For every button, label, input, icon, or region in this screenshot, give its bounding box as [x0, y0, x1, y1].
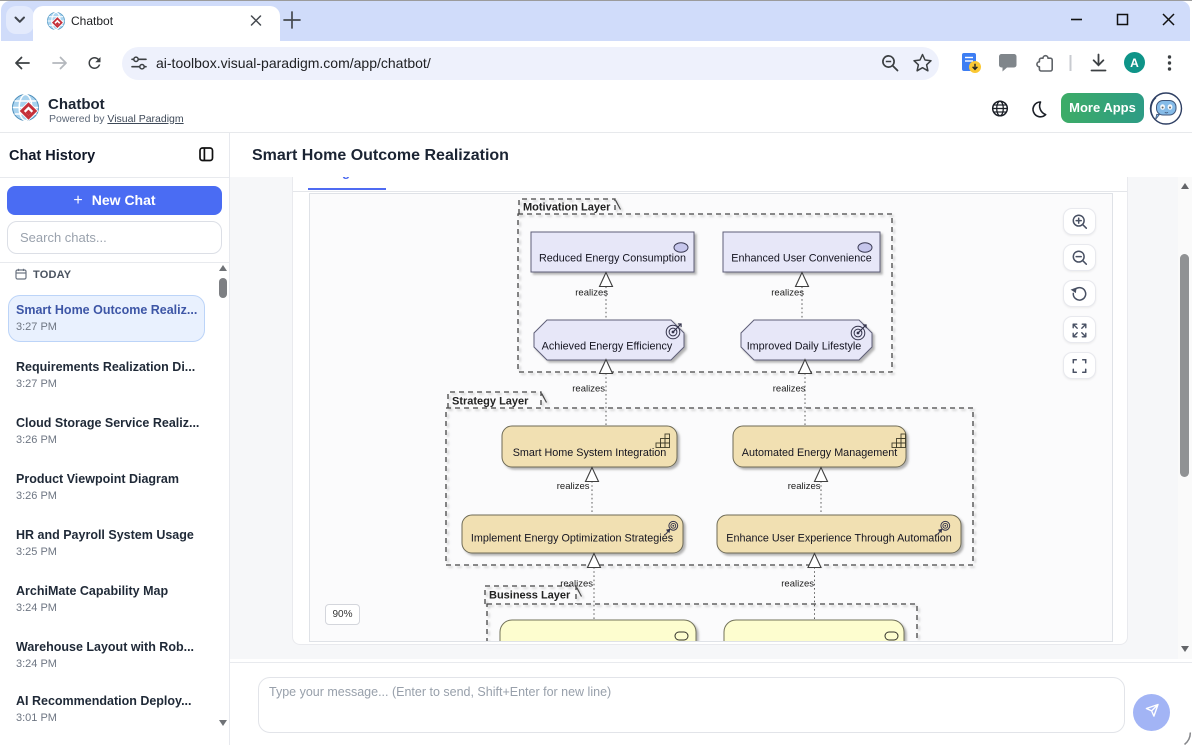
svg-text:Business Layer: Business Layer — [489, 590, 571, 602]
svg-text:Automated Energy Management: Automated Energy Management — [742, 447, 897, 459]
svg-text:A: A — [1130, 56, 1139, 70]
svg-text:Achieved Energy Efficiency: Achieved Energy Efficiency — [542, 341, 673, 353]
svg-text:Implement Energy Optimization: Implement Energy Optimization Strategies — [471, 533, 674, 545]
svg-text:realizes: realizes — [560, 579, 593, 590]
svg-text:Enhance User Experience Throug: Enhance User Experience Through Automati… — [726, 533, 951, 545]
svg-text:realizes: realizes — [575, 288, 608, 299]
svg-text:Improved Daily Lifestyle: Improved Daily Lifestyle — [747, 341, 862, 353]
svg-text:realizes: realizes — [788, 481, 821, 492]
svg-text:Strategy Layer: Strategy Layer — [452, 396, 529, 408]
svg-text:realizes: realizes — [781, 579, 814, 590]
svg-text:Motivation Layer: Motivation Layer — [523, 202, 611, 214]
svg-text:realizes: realizes — [773, 384, 806, 395]
svg-text:realizes: realizes — [771, 288, 804, 299]
svg-text:realizes: realizes — [557, 481, 590, 492]
svg-text:Reduced Energy Consumption: Reduced Energy Consumption — [539, 253, 686, 265]
svg-text:Enhanced User Convenience: Enhanced User Convenience — [731, 253, 871, 265]
svg-text:realizes: realizes — [572, 384, 605, 395]
svg-text:Smart Home System Integration: Smart Home System Integration — [513, 447, 667, 459]
